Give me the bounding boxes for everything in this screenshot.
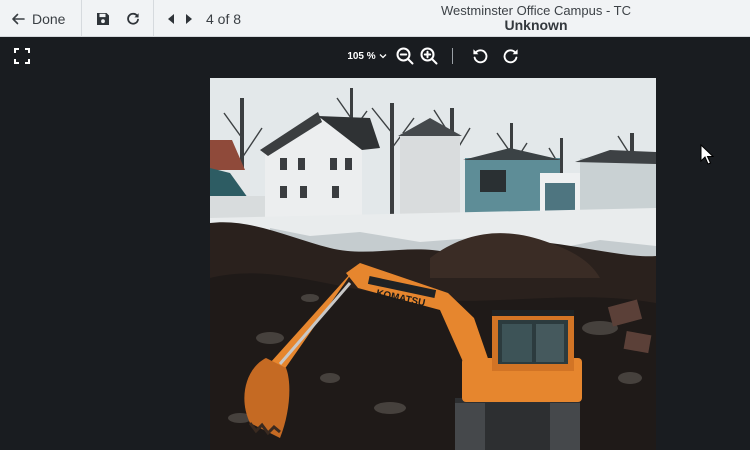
- zoom-in-icon: [420, 47, 438, 65]
- page-title: Westminster Office Campus - TC: [441, 3, 631, 18]
- fullscreen-button[interactable]: [12, 46, 32, 66]
- zoom-in-button[interactable]: [419, 46, 439, 66]
- refresh-icon: [127, 12, 139, 25]
- caret-right-icon: [186, 13, 192, 24]
- done-label: Done: [32, 10, 66, 27]
- site-photo: KOMATSU: [210, 78, 656, 450]
- mouse-cursor: [700, 143, 715, 171]
- chevron-down-icon: [379, 54, 387, 59]
- title-block: Westminster Office Campus - TC Unknown: [360, 3, 712, 33]
- save-button[interactable]: [92, 8, 114, 30]
- rotate-right-icon: [503, 48, 518, 63]
- image-counter: 4 of 8: [206, 10, 242, 27]
- rotate-left-button[interactable]: [470, 46, 490, 66]
- rotate-right-button[interactable]: [500, 46, 520, 66]
- next-button[interactable]: [182, 8, 196, 30]
- arrow-left-icon: [12, 13, 25, 24]
- cursor-arrow-icon: [700, 143, 715, 165]
- caret-left-icon: [168, 13, 174, 24]
- fullscreen-icon: [14, 48, 30, 64]
- page-subtitle: Unknown: [504, 17, 568, 33]
- divider: [452, 48, 453, 64]
- rotate-left-icon: [472, 48, 487, 63]
- divider: [153, 0, 154, 37]
- zoom-select[interactable]: 105 %: [346, 48, 388, 64]
- top-bar: Done 4 of 8 Westminster Office Campus - …: [0, 0, 750, 37]
- zoom-level: 105 %: [347, 50, 376, 62]
- divider: [81, 0, 82, 37]
- refresh-button[interactable]: [122, 8, 144, 30]
- done-button[interactable]: Done: [0, 0, 81, 37]
- zoom-out-icon: [396, 47, 414, 65]
- zoom-out-button[interactable]: [395, 46, 415, 66]
- floppy-disk-icon: [97, 12, 109, 25]
- previous-button[interactable]: [164, 8, 178, 30]
